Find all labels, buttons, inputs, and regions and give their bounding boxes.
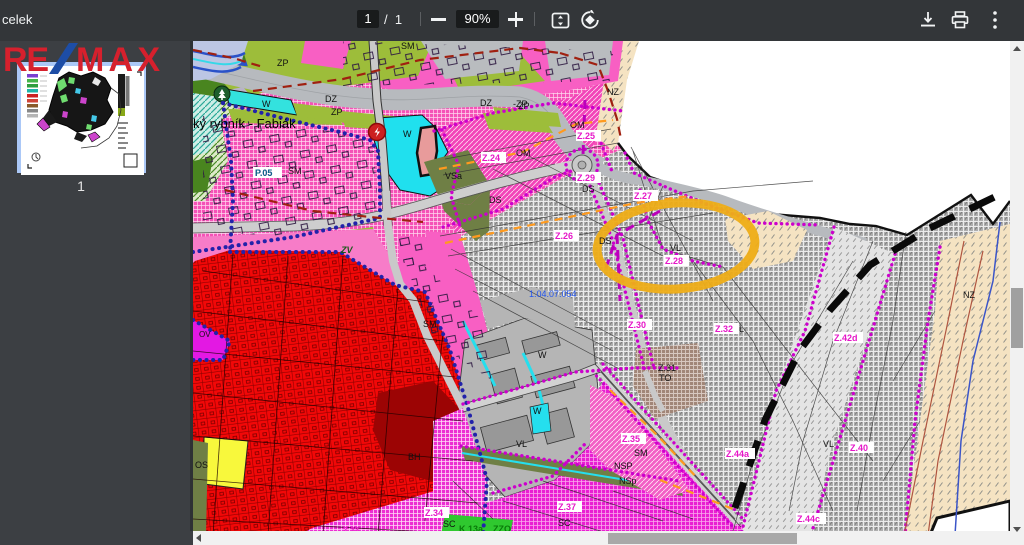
svg-text:DS: DS: [599, 236, 612, 246]
svg-text:Z.25: Z.25: [577, 131, 595, 141]
svg-text:ZP: ZP: [277, 58, 289, 68]
svg-text:W: W: [533, 406, 542, 416]
svg-text:DS: DS: [489, 195, 502, 205]
svg-text:SC: SC: [443, 519, 456, 529]
svg-text:Z.42d: Z.42d: [834, 333, 858, 343]
svg-text:OM: OM: [570, 120, 585, 130]
svg-text:Z.34: Z.34: [425, 508, 443, 518]
svg-text:Z.27: Z.27: [634, 191, 652, 201]
svg-text:Z.32: Z.32: [715, 324, 733, 334]
svg-text:DS: DS: [582, 184, 595, 194]
svg-text:Z.44c: Z.44c: [797, 514, 820, 524]
svg-text:VL: VL: [516, 439, 527, 449]
svg-text:OS: OS: [195, 460, 208, 470]
svg-text:W: W: [538, 350, 547, 360]
svg-text:ZP: ZP: [331, 107, 343, 117]
svg-text:DZ: DZ: [325, 94, 337, 104]
svg-text:ZV: ZV: [340, 245, 353, 255]
svg-text:OV: OV: [199, 330, 211, 339]
svg-text:SM: SM: [423, 319, 437, 329]
svg-text:SM: SM: [401, 41, 415, 51]
svg-text:Z.30: Z.30: [628, 320, 646, 330]
svg-text:W: W: [262, 99, 271, 109]
svg-text:Z.26: Z.26: [555, 231, 573, 241]
svg-text:Z.35: Z.35: [622, 434, 640, 444]
svg-text:SM: SM: [288, 166, 302, 176]
svg-text:NZ: NZ: [963, 290, 975, 300]
svg-text:VL: VL: [823, 439, 834, 449]
svg-text:NSP: NSP: [614, 461, 633, 471]
svg-text:NZ: NZ: [607, 87, 619, 97]
svg-text:W: W: [403, 129, 412, 139]
svg-text:SC: SC: [558, 518, 571, 528]
svg-text:Z.28: Z.28: [665, 256, 683, 266]
svg-text:Z.24: Z.24: [482, 153, 500, 163]
svg-text:OM: OM: [516, 148, 531, 158]
svg-text:-ZP: -ZP: [513, 99, 528, 109]
svg-text:Z.37: Z.37: [558, 502, 576, 512]
svg-text:Z.31: Z.31: [658, 363, 676, 373]
svg-text:Z.44a: Z.44a: [726, 449, 750, 459]
svg-text:RE: RE: [3, 41, 49, 79]
svg-text:1.04.07.054: 1.04.07.054: [529, 289, 577, 299]
svg-text:BH: BH: [408, 452, 421, 462]
svg-text:TO: TO: [659, 373, 671, 383]
svg-text:Z.29: Z.29: [577, 173, 595, 183]
svg-text:ký rybník - Fabiák: ký rybník - Fabiák: [193, 116, 296, 131]
svg-text:SM: SM: [634, 448, 648, 458]
svg-text:VSa: VSa: [445, 171, 462, 181]
svg-text:MAX: MAX: [76, 41, 160, 79]
svg-text:NSp: NSp: [619, 476, 637, 486]
svg-text:DZ: DZ: [480, 98, 492, 108]
svg-text:Z.40: Z.40: [850, 443, 868, 453]
svg-text:P.05: P.05: [255, 168, 272, 178]
svg-text:VL: VL: [670, 243, 681, 253]
